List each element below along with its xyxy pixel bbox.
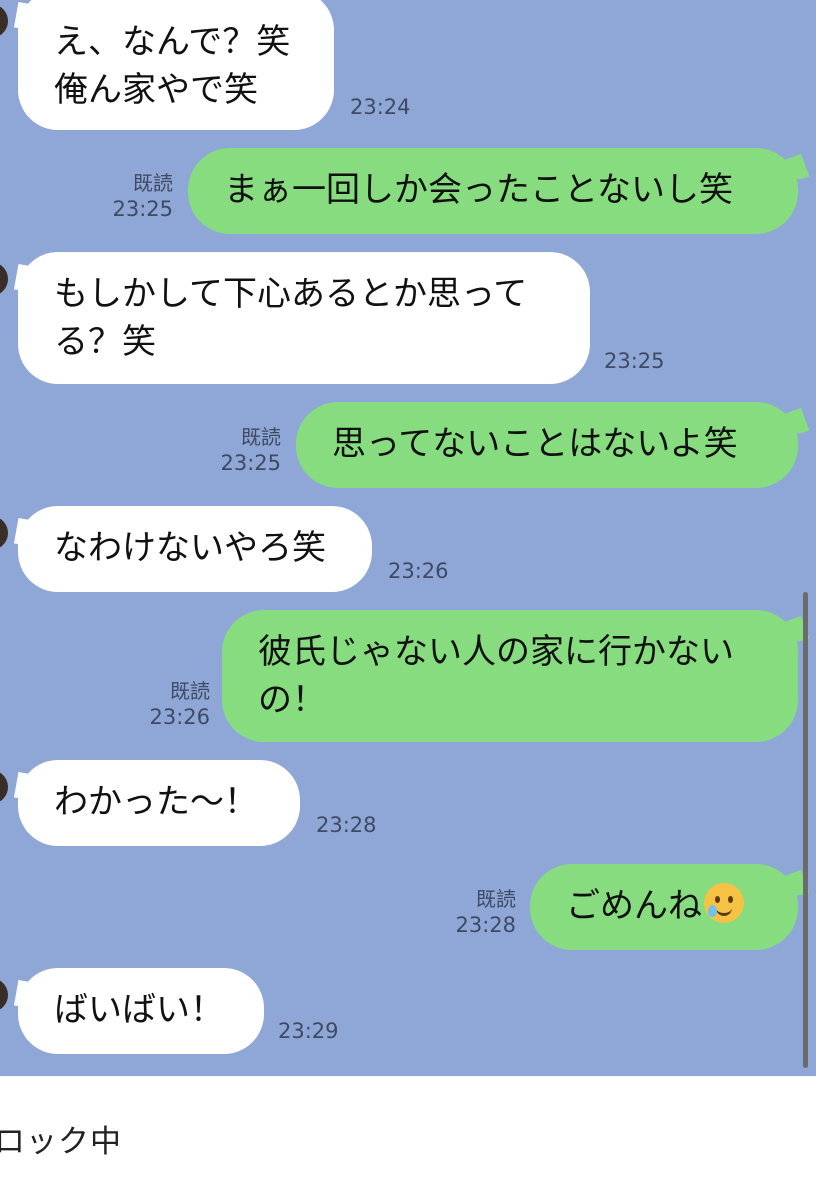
message-meta: 23:26 [388, 558, 449, 584]
smiling-face-with-tear-icon [704, 883, 744, 923]
incoming-message-bubble[interactable]: ばいばい！ [18, 968, 264, 1054]
message-text-line: ごめんね [566, 882, 762, 930]
message-time: 23:25 [220, 451, 281, 475]
read-receipt: 既読 [476, 887, 516, 911]
message-time: 23:26 [388, 559, 449, 583]
message-meta: 既読 23:26 [149, 678, 210, 730]
message-time: 23:28 [316, 813, 377, 837]
read-receipt: 既読 [133, 171, 173, 195]
read-receipt: 既読 [170, 679, 210, 703]
message-text-line: 俺ん家やで笑 [54, 70, 258, 110]
sender-avatar[interactable] [0, 978, 8, 1012]
message-text-line: まぁ一回しか会ったことないし笑 [224, 170, 733, 210]
sender-avatar[interactable] [0, 262, 8, 296]
chat-scrollbar[interactable] [803, 592, 808, 1068]
outgoing-message-bubble[interactable]: 思ってないことはないよ笑 [296, 402, 798, 488]
chat-area[interactable]: え、なんで？笑 俺ん家やで笑 23:24 既読 23:25 まぁ一回しか会ったこ… [0, 0, 816, 1076]
message-text-line: ばいばい！ [54, 990, 224, 1030]
message-text: ごめんね [566, 886, 702, 926]
message-text-line: もしかして下心あるとか思って [54, 274, 528, 314]
outgoing-message-bubble[interactable]: ごめんね [530, 864, 798, 950]
message-meta: 既読 23:25 [220, 424, 281, 476]
outgoing-message-bubble[interactable]: まぁ一回しか会ったことないし笑 [188, 148, 798, 234]
incoming-message-bubble[interactable]: もしかして下心あるとか思って る？笑 [18, 252, 590, 384]
message-time: 23:28 [455, 913, 516, 937]
message-text-line: 思ってないことはないよ笑 [332, 424, 738, 464]
message-text-line: わかった〜！ [54, 782, 258, 822]
sender-avatar[interactable] [0, 770, 8, 804]
message-meta: 23:25 [604, 348, 665, 374]
outgoing-message-bubble[interactable]: 彼氏じゃない人の家に行かない の！ [222, 610, 798, 742]
sender-avatar[interactable] [0, 516, 8, 550]
message-time: 23:26 [149, 705, 210, 729]
read-receipt: 既読 [241, 425, 281, 449]
message-meta: 既読 23:28 [455, 886, 516, 938]
message-text-line: え、なんで？笑 [54, 22, 291, 62]
incoming-message-bubble[interactable]: え、なんで？笑 俺ん家やで笑 [18, 0, 334, 130]
message-meta: 既読 23:25 [112, 170, 173, 222]
incoming-message-bubble[interactable]: わかった〜！ [18, 760, 300, 846]
message-meta: 23:29 [278, 1018, 339, 1044]
message-time: 23:25 [604, 349, 665, 373]
message-text-line: の！ [258, 680, 326, 720]
message-time: 23:25 [112, 197, 173, 221]
message-meta: 23:24 [350, 94, 411, 120]
incoming-message-bubble[interactable]: なわけないやろ笑 [18, 506, 372, 592]
message-text-line: る？笑 [54, 322, 156, 362]
message-time: 23:29 [278, 1019, 339, 1043]
sender-avatar[interactable] [0, 4, 8, 38]
message-meta: 23:28 [316, 812, 377, 838]
lock-status-text: ロック中 [0, 1124, 122, 1160]
footer-bar: ロック中 [0, 1076, 816, 1200]
message-time: 23:24 [350, 95, 411, 119]
message-text-line: なわけないやろ笑 [54, 528, 326, 568]
message-text-line: 彼氏じゃない人の家に行かない [258, 632, 734, 672]
